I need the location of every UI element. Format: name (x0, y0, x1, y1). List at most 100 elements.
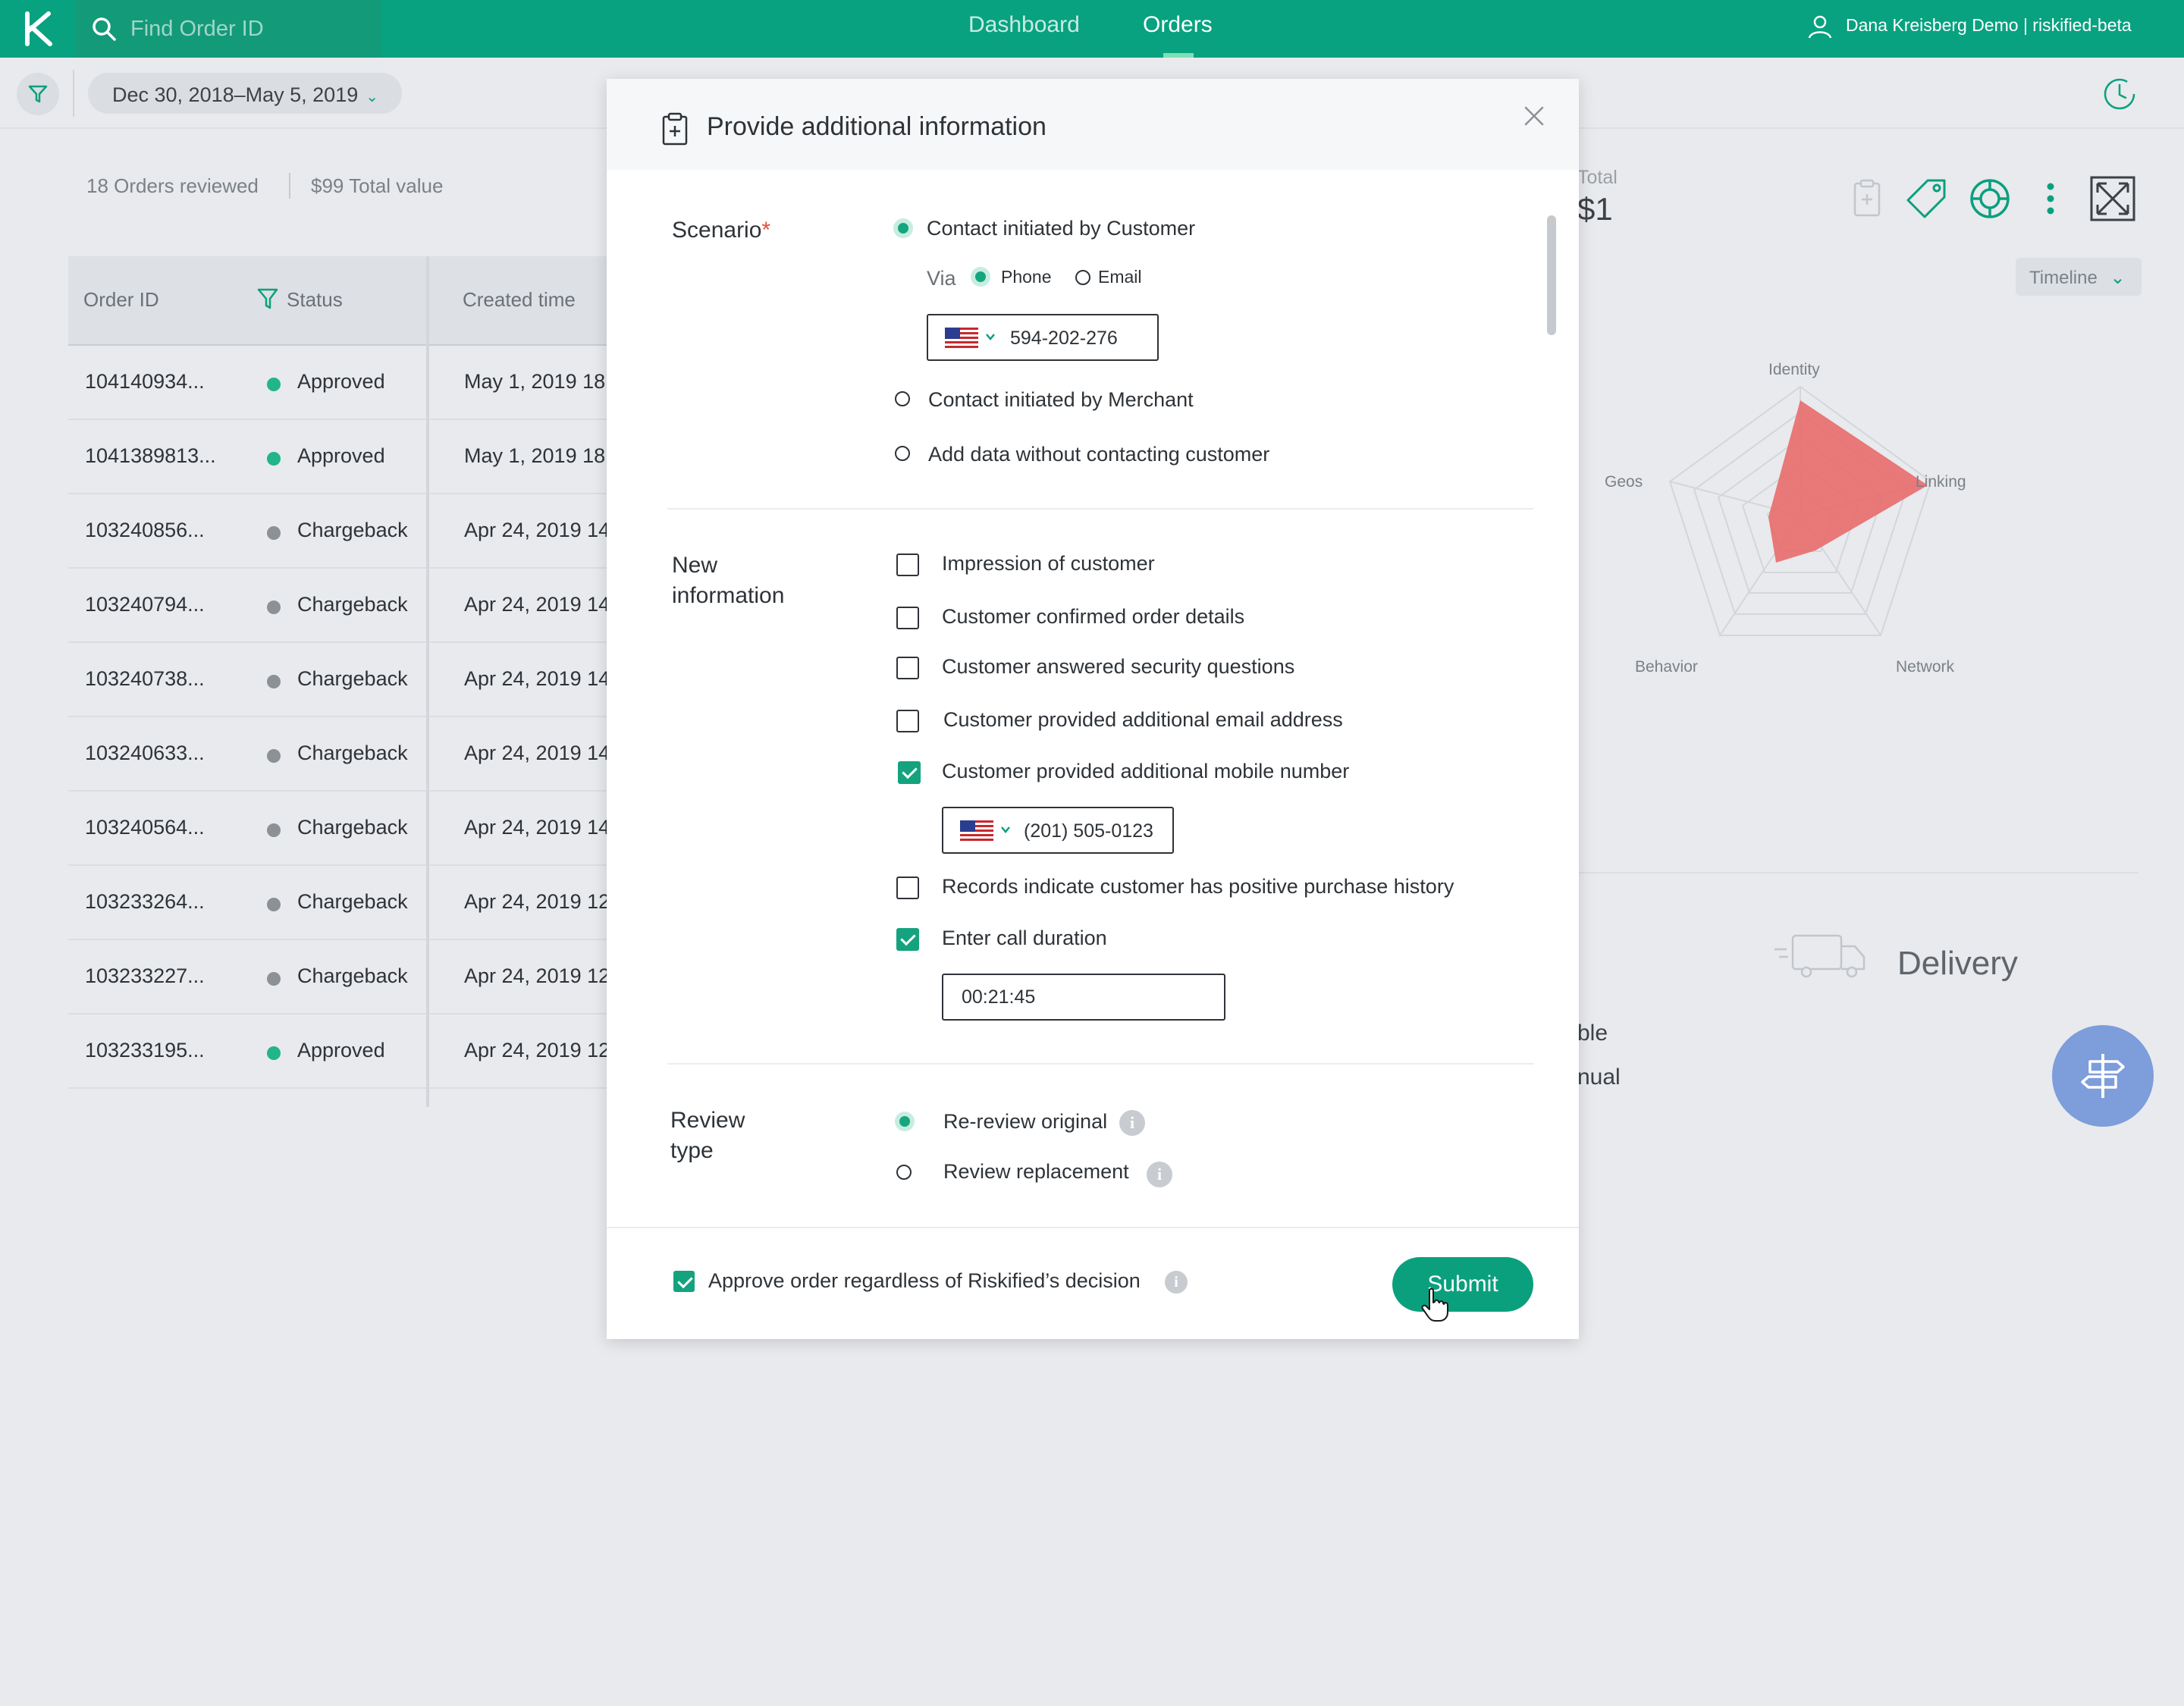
radio-contact-customer[interactable] (893, 218, 913, 238)
orders-reviewed-count: 18 (86, 174, 108, 197)
delivery-truck-icon (1774, 934, 1866, 978)
table-row[interactable]: 103240738... Chargeback Apr 24, 2019 14 (68, 644, 608, 717)
radio-review-replacement[interactable] (896, 1165, 912, 1180)
order-id-cell: 103240794... (85, 593, 205, 616)
security-questions-label: Customer answered security questions (942, 655, 1295, 678)
additional-mobile-label: Customer provided additional mobile numb… (942, 760, 1350, 782)
table-row[interactable]: 103240856... Chargeback Apr 24, 2019 14 (68, 496, 608, 569)
info-icon[interactable]: i (1147, 1162, 1172, 1187)
double-chevron-down-icon: ⌄ (2110, 268, 2126, 288)
checkbox-call-duration[interactable] (896, 928, 919, 951)
created-time-cell: Apr 24, 2019 14 (464, 593, 608, 616)
orders-reviewed-summary: 18 Orders reviewed (86, 174, 259, 198)
checkbox-security-questions[interactable] (896, 657, 919, 679)
section-divider (667, 508, 1533, 510)
table-row[interactable]: 103240794... Chargeback Apr 24, 2019 14 (68, 570, 608, 643)
required-indicator: * (761, 218, 771, 243)
riskified-logo[interactable] (20, 9, 58, 49)
date-range-picker[interactable]: Dec 30, 2018–May 5, 2019 ⌄ (88, 73, 402, 114)
scenario-label: Scenario* (672, 215, 770, 246)
more-options-icon[interactable] (2028, 176, 2073, 221)
clipboard-add-icon[interactable] (1844, 176, 1890, 221)
status-dot (267, 601, 281, 614)
created-time-cell: May 1, 2019 18:5 (464, 370, 608, 393)
additional-email-label: Customer provided additional email addre… (943, 708, 1343, 731)
radio-via-phone[interactable] (971, 267, 990, 287)
created-time-cell: Apr 24, 2019 12 (464, 890, 608, 913)
info-icon[interactable]: i (1165, 1271, 1188, 1294)
checkbox-additional-email[interactable] (896, 710, 919, 732)
checkbox-positive-purchase-history[interactable] (896, 877, 919, 899)
status-dot (267, 898, 281, 911)
status-dot (267, 749, 281, 763)
radar-label-linking: Linking (1916, 473, 1966, 491)
created-time-cell: Apr 24, 2019 14 (464, 742, 608, 764)
radar-label-identity: Identity (1768, 361, 1820, 378)
new-information-label: New information (672, 550, 784, 611)
table-row[interactable]: 1041389813... Approved May 1, 2019 18:4 (68, 422, 608, 494)
column-header-created-time[interactable]: Created time (463, 288, 576, 312)
table-row[interactable]: 1032331081ApprovedApr 24, 2019 12 (68, 1090, 608, 1107)
modal-scrollbar[interactable] (1547, 215, 1556, 335)
order-id-cell: 103233227... (85, 964, 205, 987)
timeline-toggle[interactable]: Timeline ⌄ (2016, 258, 2142, 296)
status-dot (267, 452, 281, 466)
table-row[interactable]: 103240564... Chargeback Apr 24, 2019 14 (68, 793, 608, 866)
status-cell: Approved (297, 370, 385, 393)
submit-button[interactable]: Submit (1392, 1257, 1533, 1312)
re-review-original-label: Re-review original (943, 1110, 1108, 1133)
call-duration-label: Enter call duration (942, 927, 1107, 949)
risk-radar-chart: Identity Linking Network Behavior Geos (1600, 318, 2010, 698)
status-dot (267, 823, 281, 837)
chevron-down-icon[interactable] (984, 331, 996, 343)
status-dot (267, 526, 281, 540)
checkbox-approve-order[interactable] (673, 1271, 695, 1292)
radio-contact-merchant[interactable] (895, 391, 910, 406)
expand-icon[interactable] (2090, 176, 2135, 221)
checkbox-additional-mobile[interactable] (898, 761, 921, 784)
nav-orders[interactable]: Orders (1143, 12, 1213, 38)
mobile-number-value: (201) 505-0123 (1024, 820, 1153, 842)
tag-icon[interactable] (1905, 176, 1950, 221)
chevron-down-icon: ⌄ (366, 89, 378, 105)
new-information-label-line1: New (672, 553, 718, 578)
us-flag-icon[interactable] (960, 820, 993, 842)
checkbox-confirmed-order-details[interactable] (896, 607, 919, 629)
order-id-cell: 103240633... (85, 742, 205, 764)
lifebuoy-icon[interactable] (1967, 176, 2013, 221)
column-header-status[interactable]: Status (287, 288, 343, 312)
status-filter-icon[interactable] (256, 287, 279, 311)
close-icon[interactable] (1523, 105, 1545, 127)
column-divider (426, 256, 429, 1107)
radio-no-contact[interactable] (895, 446, 910, 461)
checkbox-impression-of-customer[interactable] (896, 554, 919, 576)
us-flag-icon[interactable] (945, 328, 978, 349)
radio-via-email[interactable] (1075, 270, 1090, 285)
signpost-icon (2081, 1054, 2125, 1098)
guide-fab-button[interactable] (2052, 1025, 2154, 1127)
order-id-cell: 1041389813... (85, 444, 216, 467)
radio-re-review-original[interactable] (895, 1112, 915, 1131)
table-row[interactable]: 103240633... Chargeback Apr 24, 2019 14 (68, 719, 608, 792)
column-header-order-id[interactable]: Order ID (83, 288, 159, 312)
customer-phone-field[interactable]: 594-202-276 (927, 314, 1159, 361)
created-time-cell: Apr 24, 2019 12 (464, 1039, 608, 1062)
nav-dashboard[interactable]: Dashboard (968, 12, 1080, 38)
filter-button[interactable] (17, 73, 59, 115)
table-row[interactable]: 103233264... Chargeback Apr 24, 2019 12 (68, 867, 608, 940)
positive-purchase-history-label: Records indicate customer has positive p… (942, 875, 1454, 898)
filter-icon (28, 85, 48, 103)
history-icon[interactable] (2101, 74, 2138, 112)
call-duration-input[interactable] (942, 974, 1225, 1021)
user-account-menu[interactable]: Dana Kreisberg Demo | riskified-beta (1846, 15, 2132, 36)
table-row[interactable]: 103233195... Approved Apr 24, 2019 12 (68, 1016, 608, 1089)
order-search-input[interactable] (130, 14, 366, 44)
info-icon[interactable]: i (1119, 1110, 1145, 1136)
mobile-number-field[interactable]: (201) 505-0123 (942, 807, 1174, 854)
table-row[interactable]: 103233227... Chargeback Apr 24, 2019 12 (68, 942, 608, 1015)
status-cell: Approved (297, 1039, 385, 1062)
scenario-label-text: Scenario (672, 218, 762, 243)
hand-cursor-icon (1421, 1287, 1448, 1322)
chevron-down-icon[interactable] (999, 823, 1012, 836)
table-row[interactable]: 104140934... Approved May 1, 2019 18:5 (68, 347, 608, 420)
